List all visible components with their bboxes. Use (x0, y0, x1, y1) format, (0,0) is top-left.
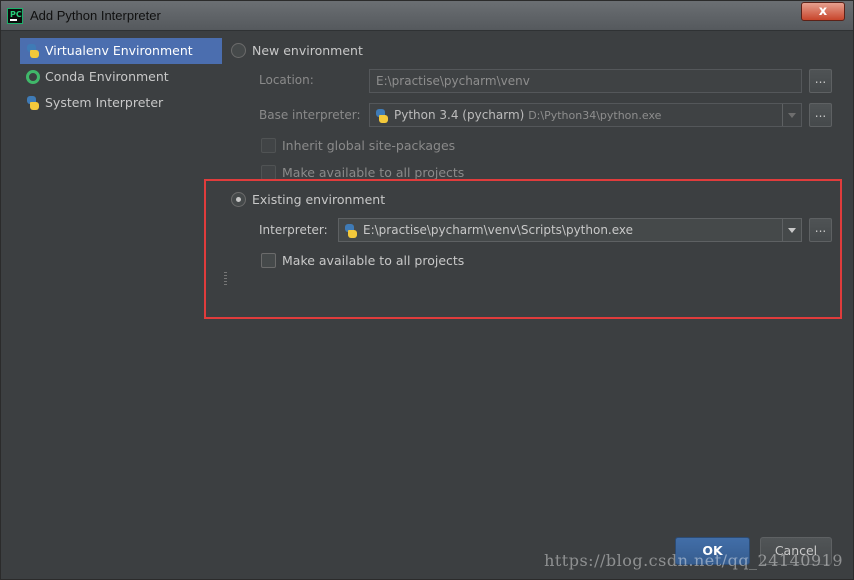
python-icon (344, 224, 358, 238)
new-env-make-available-checkbox[interactable] (261, 165, 276, 180)
environment-type-list: Virtualenv Environment Conda Environment… (20, 38, 222, 398)
pycharm-logo-icon: PC (7, 8, 23, 24)
base-interpreter-label: Base interpreter: (259, 108, 361, 122)
watermark: https://blog.csdn.net/qq_24140919 (544, 551, 843, 570)
new-environment-radio[interactable] (231, 43, 246, 58)
interpreter-value: E:\practise\pycharm\venv\Scripts\python.… (363, 223, 634, 237)
sidebar-item-label: Conda Environment (45, 69, 169, 84)
sidebar-item-label: Virtualenv Environment (45, 43, 193, 58)
new-environment-label: New environment (252, 43, 363, 58)
window-title: Add Python Interpreter (30, 8, 161, 23)
sidebar-item-label: System Interpreter (45, 95, 164, 110)
base-interpreter-browse-button[interactable]: ... (809, 103, 832, 127)
existing-environment-label: Existing environment (252, 192, 386, 207)
existing-environment-radio[interactable] (231, 192, 246, 207)
location-browse-button[interactable]: ... (809, 69, 832, 93)
python-icon (375, 109, 389, 123)
inherit-site-packages-checkbox[interactable] (261, 138, 276, 153)
inherit-site-packages-label: Inherit global site-packages (282, 138, 456, 153)
conda-icon (26, 70, 40, 84)
location-input[interactable]: E:\practise\pycharm\venv (369, 69, 802, 93)
make-available-label: Make available to all projects (282, 253, 465, 268)
interpreter-dropdown[interactable]: E:\practise\pycharm\venv\Scripts\python.… (338, 218, 802, 242)
python-icon (26, 96, 40, 110)
interpreter-label: Interpreter: (259, 223, 328, 237)
chevron-down-icon (782, 104, 801, 126)
sidebar-item-conda[interactable]: Conda Environment (20, 64, 222, 90)
base-interpreter-path: D:\Python34\python.exe (528, 109, 662, 122)
add-python-interpreter-dialog: PC Add Python Interpreter x Virtualenv E… (0, 0, 854, 580)
interpreter-browse-button[interactable]: ... (809, 218, 832, 242)
new-env-make-available-label: Make available to all projects (282, 165, 465, 180)
base-interpreter-value: Python 3.4 (pycharm) D:\Python34\python.… (394, 104, 662, 126)
resize-grip-icon[interactable] (224, 272, 227, 286)
location-value: E:\practise\pycharm\venv (376, 74, 530, 88)
base-interpreter-dropdown[interactable]: Python 3.4 (pycharm) D:\Python34\python.… (369, 103, 802, 127)
close-button[interactable]: x (801, 2, 845, 21)
sidebar-item-virtualenv[interactable]: Virtualenv Environment (20, 38, 222, 64)
python-icon (26, 44, 40, 58)
base-interpreter-name: Python 3.4 (pycharm) (394, 108, 525, 122)
title-bar: PC Add Python Interpreter x (1, 1, 853, 31)
location-label: Location: (259, 73, 314, 87)
make-available-checkbox[interactable] (261, 253, 276, 268)
sidebar-item-system[interactable]: System Interpreter (20, 90, 222, 116)
chevron-down-icon (782, 219, 801, 241)
